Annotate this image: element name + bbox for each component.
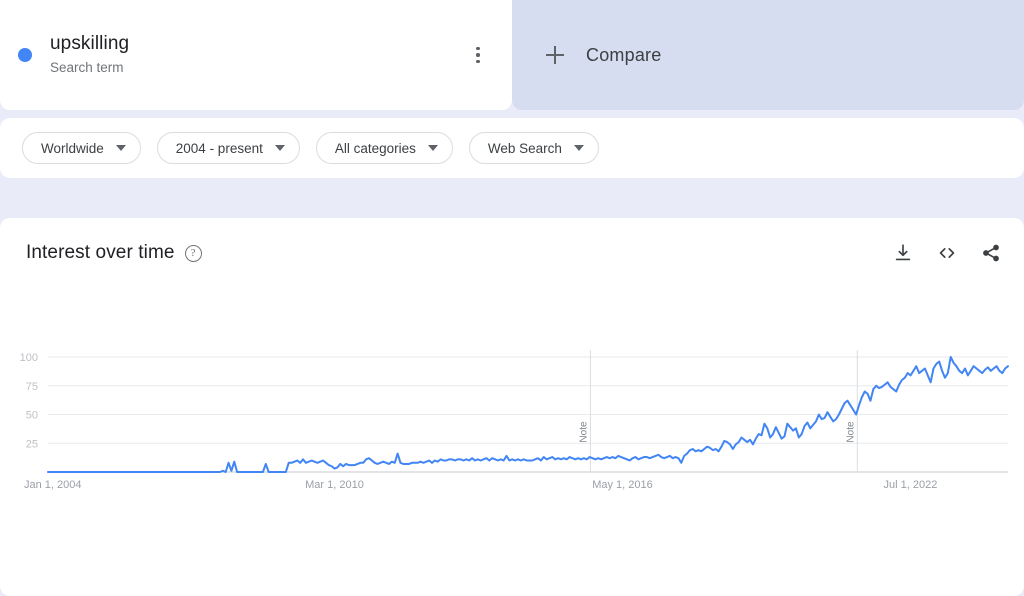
download-icon[interactable] <box>892 242 914 264</box>
compare-button[interactable]: Compare <box>512 0 1024 110</box>
term-color-dot <box>18 48 32 62</box>
search-terms-row: upskilling Search term Compare <box>0 0 1024 110</box>
chevron-down-icon <box>573 145 584 151</box>
note-marker-label: Note <box>578 421 589 443</box>
embed-code-icon[interactable] <box>936 242 958 264</box>
filter-bar: Worldwide 2004 - present All categories … <box>0 118 1024 178</box>
google-trends-page: upskilling Search term Compare Worldwide… <box>0 0 1024 596</box>
y-axis-tick: 25 <box>26 438 38 450</box>
compare-label: Compare <box>586 44 662 65</box>
filter-time-range-label: 2004 - present <box>175 140 263 156</box>
filter-time-range[interactable]: 2004 - present <box>156 132 300 164</box>
filter-location[interactable]: Worldwide <box>22 132 141 164</box>
y-axis-tick: 75 <box>26 381 38 393</box>
x-axis-tick: Jul 1, 2022 <box>884 479 938 491</box>
chart-title-wrap: Interest over time ? <box>26 242 202 264</box>
term-title: upskilling <box>50 33 130 54</box>
chevron-down-icon <box>427 145 438 151</box>
x-axis-tick: Mar 1, 2010 <box>305 479 364 491</box>
help-circle-icon[interactable]: ? <box>184 244 202 262</box>
trends-line-chart[interactable]: 25 50 75 100 Note Note Jan 1, 2004 Mar 1, 2010 M… <box>0 336 1024 541</box>
interest-over-time-card: Interest over time ? 25 50 75 100 Note N… <box>0 218 1024 596</box>
filter-category-label: All categories <box>334 140 416 156</box>
page-title: Interest over time <box>26 242 175 263</box>
chart-actions <box>892 242 1002 264</box>
share-icon[interactable] <box>980 242 1002 264</box>
filter-search-type-label: Web Search <box>487 140 562 156</box>
filter-search-type[interactable]: Web Search <box>468 132 599 164</box>
chart-header: Interest over time ? <box>26 242 1002 264</box>
chart-svg: 25 50 75 100 Note Note Jan 1, 2004 Mar 1, 2010 M… <box>20 350 1009 491</box>
filter-location-label: Worldwide <box>41 140 104 156</box>
y-axis-tick: 100 <box>20 352 38 364</box>
y-axis-tick: 50 <box>26 410 38 422</box>
search-term-card[interactable]: upskilling Search term <box>0 0 512 110</box>
chevron-down-icon <box>115 145 126 151</box>
chevron-down-icon <box>274 145 285 151</box>
filter-category[interactable]: All categories <box>315 132 453 164</box>
more-vert-icon[interactable] <box>466 43 490 67</box>
term-text-block: upskilling Search term <box>50 32 129 78</box>
plus-icon <box>546 46 564 64</box>
term-subtitle: Search term <box>50 60 124 75</box>
x-axis-tick: May 1, 2016 <box>592 479 653 491</box>
x-axis-tick: Jan 1, 2004 <box>24 479 82 491</box>
note-marker-label: Note <box>845 421 856 443</box>
